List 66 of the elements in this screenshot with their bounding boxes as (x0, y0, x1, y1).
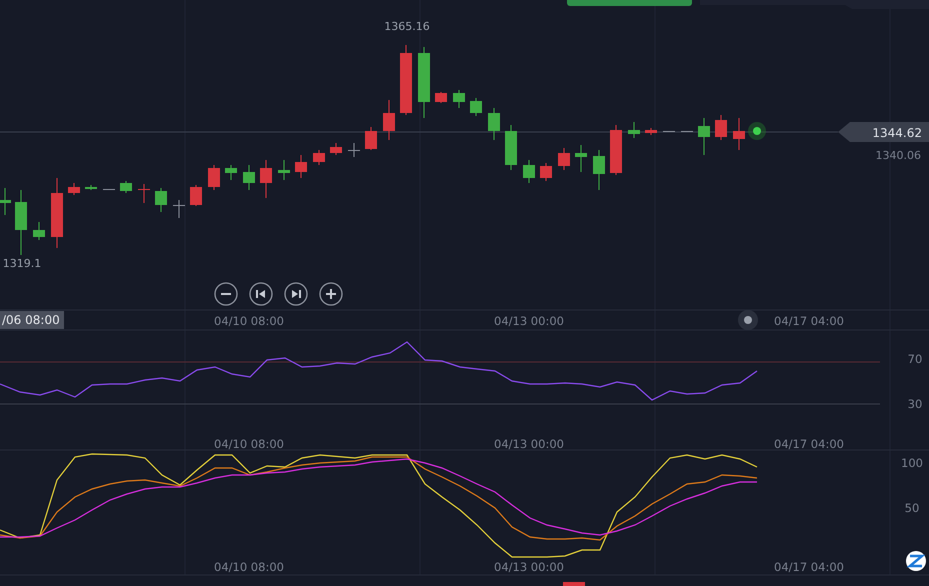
candle (733, 118, 745, 150)
logo-icon (906, 551, 926, 571)
rsi-level-label: 70 (908, 352, 922, 366)
candle (313, 150, 325, 166)
candle (523, 160, 535, 184)
candle (470, 98, 482, 116)
candle (190, 184, 202, 206)
time-axis-label: 04/17 04:00 (774, 314, 844, 328)
candle (453, 90, 465, 108)
candle (645, 128, 657, 136)
candle (155, 188, 167, 212)
candle (330, 142, 342, 156)
candle (575, 144, 587, 172)
kdj-level-label: 50 (904, 501, 920, 515)
candle (610, 124, 622, 176)
current-price: 1344.62 (872, 126, 922, 140)
candle (243, 164, 255, 190)
zoom-in-button[interactable] (319, 282, 343, 306)
candle (138, 184, 150, 204)
time-axis-label: 04/10 08:00 (214, 560, 284, 574)
time-axis-label: 04/13 00:00 (494, 560, 564, 574)
candle (15, 190, 27, 256)
alert-badge (563, 582, 585, 586)
candle (400, 44, 412, 116)
reference-price: 1340.06 (876, 149, 921, 162)
candle (715, 114, 727, 140)
time-axis-label: 04/17 04:00 (774, 560, 844, 574)
live-price-dot (748, 122, 766, 140)
candle (295, 154, 307, 178)
time-axis-label: 04/13 00:00 (494, 314, 564, 328)
candle (225, 164, 237, 180)
time-axis-label: 04/10 08:00 (214, 437, 284, 451)
candle (505, 124, 517, 170)
candle (208, 164, 220, 190)
candle (628, 122, 640, 138)
candle (488, 108, 500, 140)
candle (698, 118, 710, 156)
candle (348, 142, 360, 158)
time-axis-label: 04/17 04:00 (774, 437, 844, 451)
candle (540, 162, 552, 182)
candle (85, 184, 97, 190)
scroll-to-end-button[interactable] (284, 282, 308, 306)
crosshair-time-tag: /06 08:00 (0, 311, 64, 329)
candle (418, 46, 430, 118)
candle (365, 126, 377, 150)
kdj-level-label: 100 (901, 456, 923, 470)
candle (435, 92, 447, 104)
candle (51, 178, 63, 248)
high-price-label: 1365.16 (384, 20, 430, 33)
candle (120, 180, 132, 194)
candle (558, 148, 570, 170)
candle (33, 222, 45, 240)
settings-dot-button[interactable] (738, 310, 758, 330)
candle (260, 160, 272, 198)
rsi-level-label: 30 (908, 397, 922, 411)
candle (173, 200, 185, 218)
candle (278, 160, 290, 180)
low-price-label: 1319.1 (2, 257, 42, 270)
zoom-out-button[interactable] (214, 282, 238, 306)
time-axis-label: 04/10 08:00 (214, 314, 284, 328)
candle (68, 182, 80, 196)
candle (593, 150, 605, 190)
time-axis-label: 04/13 00:00 (494, 437, 564, 451)
candle (0, 188, 11, 216)
scroll-to-start-button[interactable] (249, 282, 273, 306)
candle (383, 100, 395, 140)
